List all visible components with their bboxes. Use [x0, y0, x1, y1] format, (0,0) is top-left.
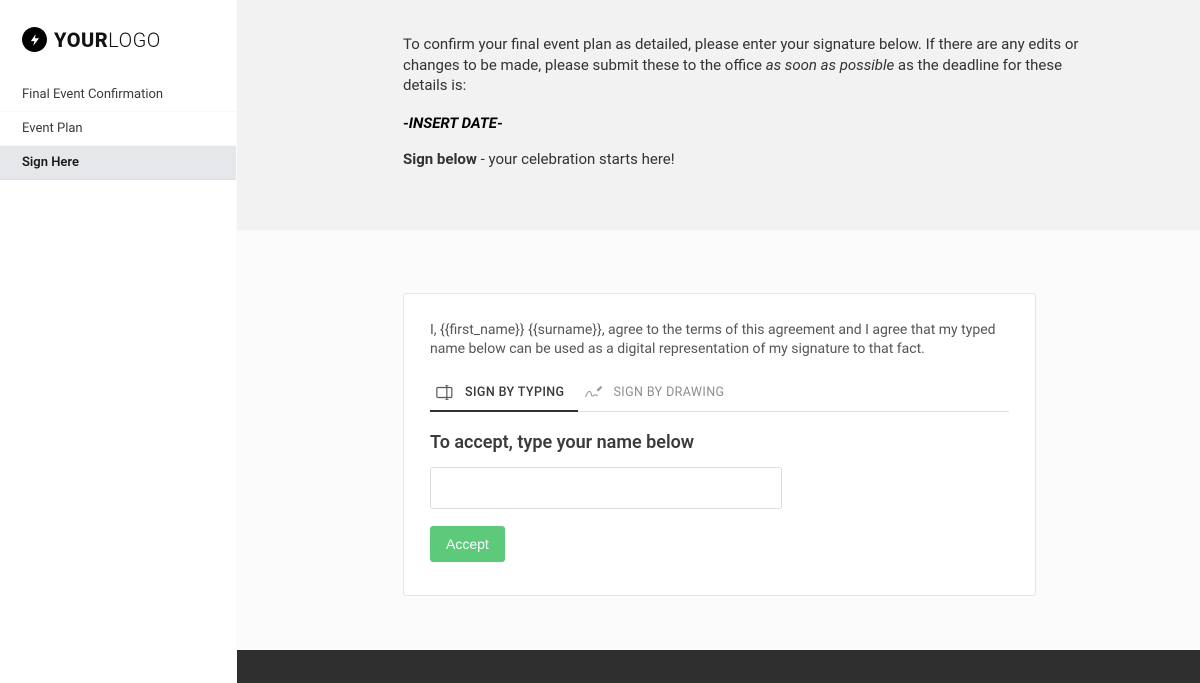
tab-sign-by-typing[interactable]: SIGN BY TYPING: [430, 377, 578, 411]
intro-paragraph: To confirm your final event plan as deta…: [403, 34, 1100, 96]
logo-text-light: LOGO: [108, 28, 161, 52]
tab-sign-by-drawing[interactable]: SIGN BY DRAWING: [578, 377, 738, 411]
bolt-icon: [22, 27, 47, 52]
accept-prompt: To accept, type your name below: [430, 432, 1009, 453]
logo: YOURLOGO: [22, 27, 214, 52]
accept-button[interactable]: Accept: [430, 526, 505, 562]
sign-below-rest: - your celebration starts here!: [477, 150, 675, 168]
agreement-text: I, {{first_name}} {{surname}}, agree to …: [430, 321, 1009, 359]
signature-card: I, {{first_name}} {{surname}}, agree to …: [403, 293, 1036, 596]
tab-label: SIGN BY TYPING: [465, 385, 564, 400]
intro-section: To confirm your final event plan as deta…: [237, 0, 1200, 230]
sidebar: YOURLOGO Final Event Confirmation Event …: [0, 0, 237, 683]
signature-draw-icon: [584, 385, 604, 401]
logo-text: YOURLOGO: [54, 28, 161, 52]
sidebar-item-label: Final Event Confirmation: [22, 87, 163, 102]
sign-below-bold: Sign below: [403, 150, 477, 168]
footer-bar: [237, 650, 1200, 683]
text-cursor-icon: [436, 385, 456, 401]
sidebar-item-label: Event Plan: [22, 121, 83, 136]
sidebar-item-label: Sign Here: [22, 155, 79, 170]
sidebar-item-sign-here[interactable]: Sign Here: [0, 146, 236, 180]
main-content: To confirm your final event plan as deta…: [237, 0, 1200, 683]
logo-area: YOURLOGO: [0, 0, 236, 74]
intro-italic: as soon as possible: [766, 56, 895, 74]
signature-section: I, {{first_name}} {{surname}}, agree to …: [237, 230, 1200, 596]
sidebar-item-final-event-confirmation[interactable]: Final Event Confirmation: [0, 78, 236, 112]
sidebar-item-event-plan[interactable]: Event Plan: [0, 112, 236, 146]
sidebar-nav: Final Event Confirmation Event Plan Sign…: [0, 78, 236, 180]
signature-name-input[interactable]: [430, 467, 782, 509]
logo-text-bold: YOUR: [54, 28, 108, 52]
signature-tabs: SIGN BY TYPING SIGN BY DRAWING: [430, 377, 1009, 412]
tab-label: SIGN BY DRAWING: [613, 385, 724, 400]
sign-below-line: Sign below - your celebration starts her…: [403, 150, 1100, 168]
insert-date-placeholder: -INSERT DATE-: [403, 114, 1100, 132]
